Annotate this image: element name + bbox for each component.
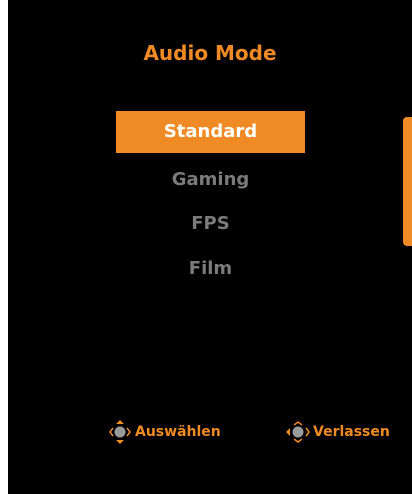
- joystick-vertical-icon: [107, 419, 133, 445]
- select-hint[interactable]: Auswählen: [107, 420, 221, 444]
- menu-title: Audio Mode: [143, 41, 277, 65]
- joystick-horizontal-icon: [285, 419, 311, 445]
- side-scroll-indicator: [403, 117, 412, 246]
- exit-hint[interactable]: Verlassen: [285, 420, 390, 444]
- select-hint-label: Auswählen: [135, 424, 221, 440]
- menu-item-film[interactable]: Film: [116, 248, 305, 290]
- menu-item-fps[interactable]: FPS: [116, 203, 305, 245]
- osd-menu-panel: Audio Mode Standard Gaming FPS Film Ausw…: [8, 0, 412, 494]
- menu-item-gaming[interactable]: Gaming: [116, 159, 305, 201]
- exit-hint-label: Verlassen: [313, 424, 390, 440]
- menu-item-standard[interactable]: Standard: [116, 111, 305, 153]
